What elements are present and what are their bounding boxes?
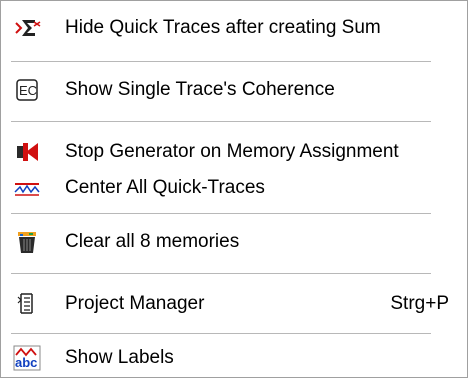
svg-text:EC: EC (19, 83, 37, 98)
project-manager-icon (13, 290, 41, 318)
menu-item-label: Show Labels (65, 347, 174, 368)
menu-item-label: Show Single Trace's Coherence (65, 79, 335, 100)
menu-separator (11, 273, 431, 274)
menu-item-show-labels[interactable]: abc Show Labels (1, 341, 467, 375)
stop-generator-icon (13, 138, 41, 166)
menu-item-label: Center All Quick-Traces (65, 177, 265, 198)
menu-item-project-manager[interactable]: Project Manager Strg+P (1, 287, 467, 321)
menu-item-center-quick-traces[interactable]: Center All Quick-Traces (1, 171, 467, 205)
menu-item-stop-generator[interactable]: Stop Generator on Memory Assignment (1, 135, 467, 169)
menu-separator (11, 333, 431, 334)
menu-separator (11, 121, 431, 122)
labels-icon: abc (13, 344, 41, 372)
menu-separator (11, 213, 431, 214)
svg-text:abc: abc (15, 355, 37, 370)
center-traces-icon (13, 174, 41, 202)
menu-item-clear-memories[interactable]: Clear all 8 memories (1, 225, 467, 259)
shortcut-label: Strg+P (390, 293, 449, 314)
coherence-icon: EC (13, 76, 41, 104)
menu-item-hide-quick-traces[interactable]: Hide Quick Traces after creating Sum (1, 11, 467, 45)
menu-item-label: Stop Generator on Memory Assignment (65, 141, 399, 162)
menu-item-label: Hide Quick Traces after creating Sum (65, 17, 381, 38)
menu-item-show-coherence[interactable]: EC Show Single Trace's Coherence (1, 73, 467, 107)
sum-icon (13, 14, 41, 42)
menu-item-label: Clear all 8 memories (65, 231, 240, 252)
menu-separator (11, 61, 431, 62)
context-menu: Hide Quick Traces after creating Sum EC … (0, 0, 468, 378)
menu-item-label: Project Manager (65, 293, 205, 314)
clear-memories-icon (13, 228, 41, 256)
